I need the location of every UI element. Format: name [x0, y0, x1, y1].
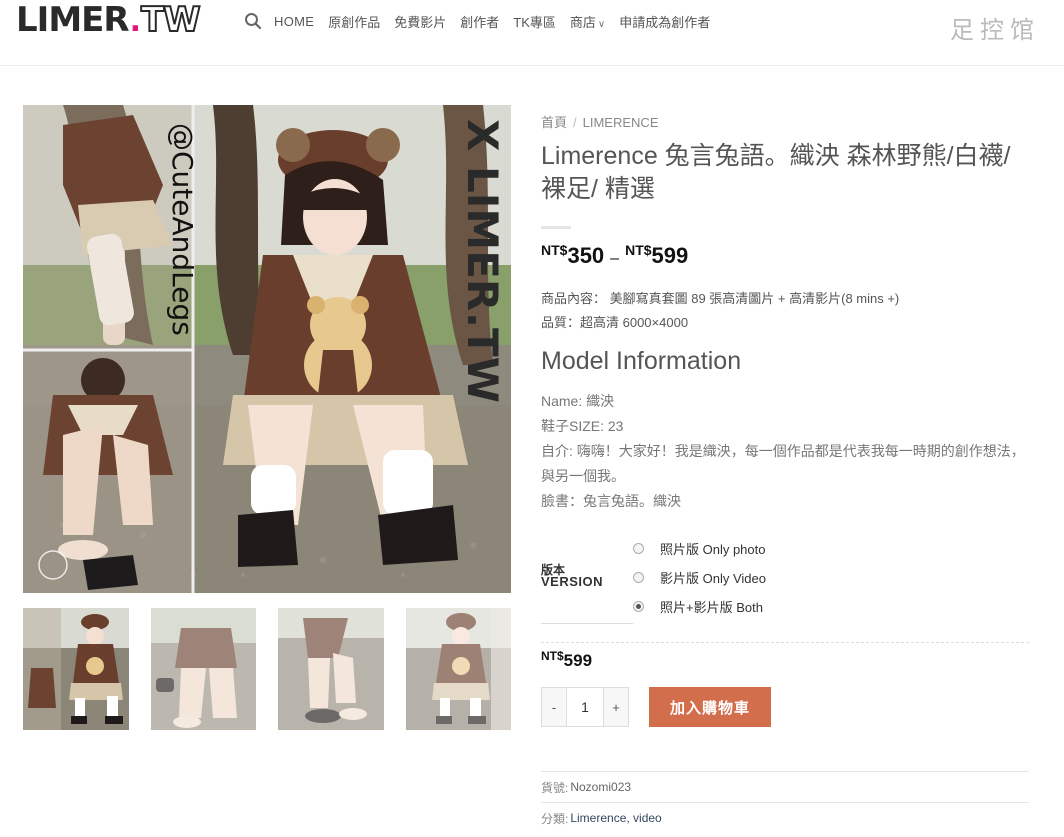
nav-item-creators[interactable]: 創作者	[460, 12, 499, 31]
add-to-cart-row: - 1 + 加入購物車	[541, 687, 1031, 727]
logo-text-limer: LIMER	[16, 0, 130, 40]
brand-logo-right[interactable]: 足控馆	[950, 10, 1040, 45]
model-info-heading: Model Information	[541, 347, 742, 375]
site-logo[interactable]: LIMER. TW	[16, 0, 202, 40]
price-min: 350	[567, 243, 605, 268]
price-min-currency: NT$	[541, 242, 568, 258]
category-links[interactable]: Limerence, video	[570, 811, 661, 825]
quantity-input[interactable]: 1	[566, 688, 604, 726]
model-info: Name: 織泱 鞋子SIZE: 23 自介: 嗨嗨！大家好！我是織泱，每一個作…	[541, 389, 1031, 514]
breadcrumb-home[interactable]: 首頁	[541, 115, 567, 130]
thumbnail-2[interactable]	[150, 608, 256, 730]
nav-item-apply-creator[interactable]: 申請成為創作者	[619, 12, 710, 31]
variation-options: 照片版 Only photo 影片版 Only Video 照片+影片版 Bot…	[633, 534, 766, 621]
search-icon[interactable]	[244, 12, 262, 30]
sku-label: 貨號:	[541, 780, 569, 795]
sku-value: Nozomi023	[570, 780, 632, 794]
thumbnail-1[interactable]	[23, 608, 129, 730]
site-header: LIMER. TW HOME 原創作品 免費影片 創作者 TK專區 商店 ∨ 申請成…	[0, 0, 1064, 66]
product-categories: 分類: Limerence, video	[541, 803, 1031, 833]
product-summary: 首頁 / LIMERENCE Limerence 兔言兔語。織泱 森林野熊/白襪/裸…	[541, 112, 1031, 833]
breadcrumb-separator: /	[573, 115, 577, 130]
category-label: 分類:	[541, 811, 569, 826]
desc-content-line: 商品內容： 美腳寫真套圖 89 張高清圖片 + 高清影片(8 mins +)	[541, 291, 900, 306]
nav-item-original-works[interactable]: 原創作品	[328, 12, 380, 31]
product-main-image[interactable]: @CuteAndLegs X LIMER.TW	[23, 105, 511, 593]
price-dash: –	[610, 250, 620, 267]
add-to-cart-button[interactable]: 加入購物車	[649, 687, 771, 727]
product-thumbnails	[23, 608, 511, 730]
breadcrumb-category[interactable]: LIMERENCE	[583, 115, 659, 130]
variation-selector: 版本 VERSION 照片版 Only photo 影片版 Only Video…	[541, 534, 1031, 626]
quantity-plus-button[interactable]: +	[604, 688, 628, 726]
watermark-handle: @CuteAndLegs	[166, 123, 199, 336]
product-short-description: 商品內容： 美腳寫真套圖 89 張高清圖片 + 高清影片(8 mins +) 品…	[541, 287, 1031, 335]
model-intro: 自介: 嗨嗨！大家好！我是織泱，每一個作品都是代表我每一時期的創作想法，與另一個…	[541, 443, 1025, 484]
nav-item-tk-zone[interactable]: TK專區	[513, 12, 556, 31]
variation-option-label: 照片版 Only photo	[660, 542, 766, 557]
variation-option-photo[interactable]: 照片版 Only photo	[633, 534, 766, 563]
variation-option-video[interactable]: 影片版 Only Video	[633, 563, 766, 592]
thumbnail-4[interactable]	[405, 608, 511, 730]
nav-item-home[interactable]: HOME	[274, 14, 314, 29]
title-divider	[541, 226, 571, 229]
selected-price-currency: NT$	[541, 649, 564, 663]
chevron-down-icon: ∨	[597, 18, 606, 30]
nav-item-shop-label: 商店	[569, 14, 596, 30]
nav-item-shop[interactable]: 商店 ∨	[570, 12, 605, 31]
radio-button-selected[interactable]	[633, 601, 644, 612]
logo-dot: .	[129, 4, 141, 39]
model-name: Name: 織泱	[541, 393, 615, 409]
desc-quality-line: 品質：超高清 6000×4000	[541, 315, 689, 330]
variation-underline	[541, 623, 633, 624]
logo-text-tw: TW	[140, 0, 202, 40]
radio-button[interactable]	[633, 543, 644, 554]
watermark-logo: X LIMER.TW	[458, 119, 507, 403]
nav-item-free-videos[interactable]: 免費影片	[394, 12, 446, 31]
selected-price-value: 599	[563, 651, 593, 670]
model-shoe-size: 鞋子SIZE: 23	[541, 418, 624, 434]
thumbnail-3[interactable]	[278, 608, 384, 730]
radio-button[interactable]	[633, 572, 644, 583]
product-title: Limerence 兔言兔語。織泱 森林野熊/白襪/裸足/ 精選	[541, 142, 1011, 203]
variation-option-label: 影片版 Only Video	[660, 571, 766, 586]
price-max-currency: NT$	[625, 242, 652, 258]
variation-label-en: VERSION	[541, 574, 604, 589]
product-sku: 貨號: Nozomi023	[541, 772, 1031, 802]
variation-divider	[541, 642, 1029, 643]
price-max: 599	[651, 243, 689, 268]
breadcrumb: 首頁 / LIMERENCE	[541, 112, 1031, 132]
variation-option-label: 照片+影片版 Both	[660, 600, 763, 615]
variation-label: 版本 VERSION	[541, 564, 603, 588]
price-range: NT$ 350 – NT$ 599	[541, 242, 1031, 269]
main-nav: HOME 原創作品 免費影片 創作者 TK專區 商店 ∨ 申請成為創作者	[244, 10, 724, 32]
variation-option-both[interactable]: 照片+影片版 Both	[633, 592, 766, 621]
model-facebook: 臉書：兔言兔語。織泱	[541, 493, 681, 509]
quantity-stepper: - 1 +	[541, 687, 629, 727]
selected-variation-price: NT$ 599	[541, 649, 1031, 671]
quantity-minus-button[interactable]: -	[542, 688, 566, 726]
